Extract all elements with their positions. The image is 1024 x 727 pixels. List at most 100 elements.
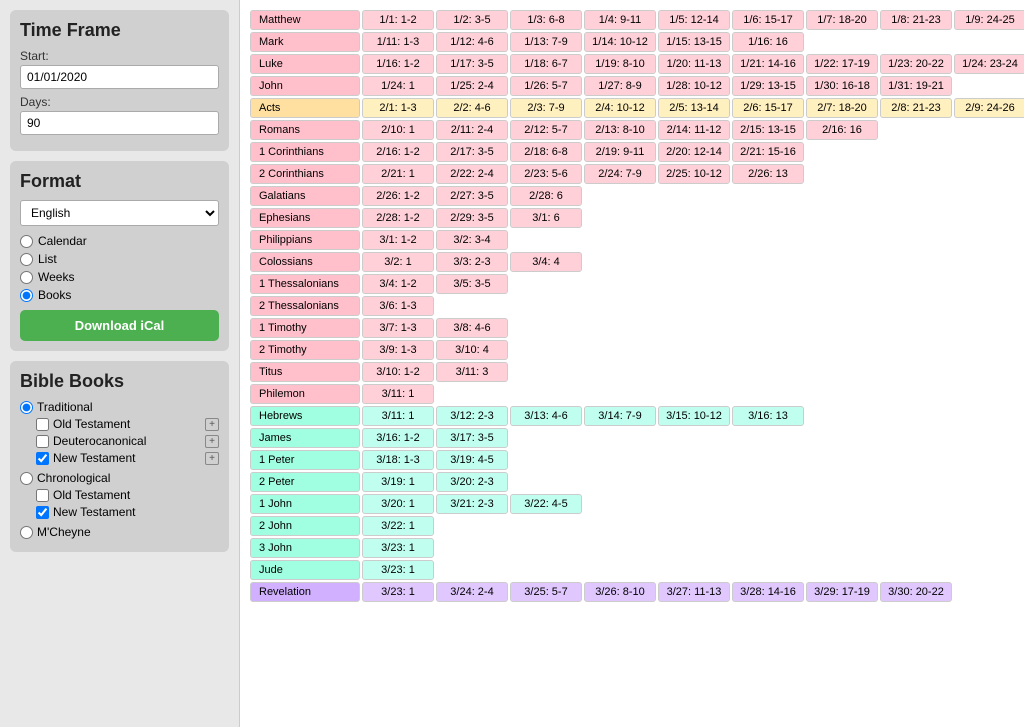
date-cell[interactable]: 3/12: 2-3 bbox=[436, 406, 508, 426]
language-select[interactable]: English Spanish French German bbox=[20, 200, 219, 226]
date-cell[interactable]: 1/23: 20-22 bbox=[880, 54, 952, 74]
deutero-checkbox[interactable]: Deuterocanonical + bbox=[36, 434, 219, 448]
date-cell[interactable]: 1/11: 1-3 bbox=[362, 32, 434, 52]
date-cell[interactable]: 3/1: 1-2 bbox=[362, 230, 434, 250]
date-cell[interactable]: 3/19: 1 bbox=[362, 472, 434, 492]
ot-expand-button[interactable]: + bbox=[205, 418, 219, 431]
book-cell[interactable]: Philemon bbox=[250, 384, 360, 404]
book-cell[interactable]: 1 Corinthians bbox=[250, 142, 360, 162]
book-cell[interactable]: 2 Thessalonians bbox=[250, 296, 360, 316]
calendar-option[interactable]: Calendar bbox=[20, 234, 219, 248]
date-cell[interactable]: 3/1: 6 bbox=[510, 208, 582, 228]
date-cell[interactable]: 2/19: 9-11 bbox=[584, 142, 656, 162]
date-cell[interactable]: 3/17: 3-5 bbox=[436, 428, 508, 448]
date-cell[interactable]: 3/11: 1 bbox=[362, 384, 434, 404]
date-cell[interactable]: 2/1: 1-3 bbox=[362, 98, 434, 118]
book-cell[interactable]: Mark bbox=[250, 32, 360, 52]
date-cell[interactable]: 1/15: 13-15 bbox=[658, 32, 730, 52]
date-cell[interactable]: 1/5: 12-14 bbox=[658, 10, 730, 30]
date-cell[interactable]: 3/23: 1 bbox=[362, 560, 434, 580]
date-cell[interactable]: 1/19: 8-10 bbox=[584, 54, 656, 74]
date-cell[interactable]: 3/19: 4-5 bbox=[436, 450, 508, 470]
book-cell[interactable]: 2 Timothy bbox=[250, 340, 360, 360]
date-cell[interactable]: 3/30: 20-22 bbox=[880, 582, 952, 602]
book-cell[interactable]: 2 Peter bbox=[250, 472, 360, 492]
date-cell[interactable]: 1/6: 15-17 bbox=[732, 10, 804, 30]
date-cell[interactable]: 2/20: 12-14 bbox=[658, 142, 730, 162]
date-cell[interactable]: 1/12: 4-6 bbox=[436, 32, 508, 52]
date-cell[interactable]: 3/24: 2-4 bbox=[436, 582, 508, 602]
date-cell[interactable]: 3/2: 1 bbox=[362, 252, 434, 272]
book-cell[interactable]: Romans bbox=[250, 120, 360, 140]
date-cell[interactable]: 3/11: 1 bbox=[362, 406, 434, 426]
date-cell[interactable]: 2/18: 6-8 bbox=[510, 142, 582, 162]
date-cell[interactable]: 2/21: 1 bbox=[362, 164, 434, 184]
days-input[interactable] bbox=[20, 111, 219, 135]
date-cell[interactable]: 2/6: 15-17 bbox=[732, 98, 804, 118]
books-option[interactable]: Books bbox=[20, 288, 219, 302]
date-cell[interactable]: 3/29: 17-19 bbox=[806, 582, 878, 602]
date-cell[interactable]: 1/17: 3-5 bbox=[436, 54, 508, 74]
date-cell[interactable]: 2/21: 15-16 bbox=[732, 142, 804, 162]
date-cell[interactable]: 1/28: 10-12 bbox=[658, 76, 730, 96]
list-option[interactable]: List bbox=[20, 252, 219, 266]
date-cell[interactable]: 1/21: 14-16 bbox=[732, 54, 804, 74]
ot-checkbox[interactable]: Old Testament + bbox=[36, 417, 219, 431]
date-cell[interactable]: 1/1: 1-2 bbox=[362, 10, 434, 30]
date-cell[interactable]: 1/3: 6-8 bbox=[510, 10, 582, 30]
date-cell[interactable]: 2/2: 4-6 bbox=[436, 98, 508, 118]
book-cell[interactable]: Titus bbox=[250, 362, 360, 382]
book-cell[interactable]: James bbox=[250, 428, 360, 448]
book-cell[interactable]: 1 Thessalonians bbox=[250, 274, 360, 294]
date-cell[interactable]: 1/30: 16-18 bbox=[806, 76, 878, 96]
start-input[interactable] bbox=[20, 65, 219, 89]
date-cell[interactable]: 3/5: 3-5 bbox=[436, 274, 508, 294]
book-cell[interactable]: 2 Corinthians bbox=[250, 164, 360, 184]
date-cell[interactable]: 2/29: 3-5 bbox=[436, 208, 508, 228]
date-cell[interactable]: 3/13: 4-6 bbox=[510, 406, 582, 426]
mcheyne-radio[interactable]: M'Cheyne bbox=[20, 525, 219, 539]
date-cell[interactable]: 2/26: 13 bbox=[732, 164, 804, 184]
date-cell[interactable]: 1/25: 2-4 bbox=[436, 76, 508, 96]
date-cell[interactable]: 1/14: 10-12 bbox=[584, 32, 656, 52]
book-cell[interactable]: Revelation bbox=[250, 582, 360, 602]
date-cell[interactable]: 2/28: 1-2 bbox=[362, 208, 434, 228]
book-cell[interactable]: Galatians bbox=[250, 186, 360, 206]
date-cell[interactable]: 2/14: 11-12 bbox=[658, 120, 730, 140]
date-cell[interactable]: 1/13: 7-9 bbox=[510, 32, 582, 52]
date-cell[interactable]: 2/3: 7-9 bbox=[510, 98, 582, 118]
date-cell[interactable]: 3/15: 10-12 bbox=[658, 406, 730, 426]
date-cell[interactable]: 3/4: 4 bbox=[510, 252, 582, 272]
date-cell[interactable]: 3/7: 1-3 bbox=[362, 318, 434, 338]
date-cell[interactable]: 1/9: 24-25 bbox=[954, 10, 1024, 30]
nt-expand-button[interactable]: + bbox=[205, 452, 219, 465]
date-cell[interactable]: 3/2: 3-4 bbox=[436, 230, 508, 250]
date-cell[interactable]: 1/18: 6-7 bbox=[510, 54, 582, 74]
date-cell[interactable]: 3/14: 7-9 bbox=[584, 406, 656, 426]
date-cell[interactable]: 2/24: 7-9 bbox=[584, 164, 656, 184]
book-cell[interactable]: 3 John bbox=[250, 538, 360, 558]
date-cell[interactable]: 1/7: 18-20 bbox=[806, 10, 878, 30]
date-cell[interactable]: 3/3: 2-3 bbox=[436, 252, 508, 272]
date-cell[interactable]: 2/27: 3-5 bbox=[436, 186, 508, 206]
date-cell[interactable]: 3/22: 1 bbox=[362, 516, 434, 536]
book-cell[interactable]: Hebrews bbox=[250, 406, 360, 426]
book-cell[interactable]: Acts bbox=[250, 98, 360, 118]
date-cell[interactable]: 2/16: 16 bbox=[806, 120, 878, 140]
date-cell[interactable]: 1/31: 19-21 bbox=[880, 76, 952, 96]
date-cell[interactable]: 3/10: 4 bbox=[436, 340, 508, 360]
date-cell[interactable]: 3/6: 1-3 bbox=[362, 296, 434, 316]
date-cell[interactable]: 2/26: 1-2 bbox=[362, 186, 434, 206]
date-cell[interactable]: 3/25: 5-7 bbox=[510, 582, 582, 602]
date-cell[interactable]: 3/20: 1 bbox=[362, 494, 434, 514]
book-cell[interactable]: 1 Peter bbox=[250, 450, 360, 470]
date-cell[interactable]: 2/23: 5-6 bbox=[510, 164, 582, 184]
book-cell[interactable]: 1 John bbox=[250, 494, 360, 514]
date-cell[interactable]: 2/22: 2-4 bbox=[436, 164, 508, 184]
book-cell[interactable]: John bbox=[250, 76, 360, 96]
date-cell[interactable]: 1/24: 23-24 bbox=[954, 54, 1024, 74]
date-cell[interactable]: 1/2: 3-5 bbox=[436, 10, 508, 30]
date-cell[interactable]: 2/13: 8-10 bbox=[584, 120, 656, 140]
book-cell[interactable]: Colossians bbox=[250, 252, 360, 272]
weeks-option[interactable]: Weeks bbox=[20, 270, 219, 284]
